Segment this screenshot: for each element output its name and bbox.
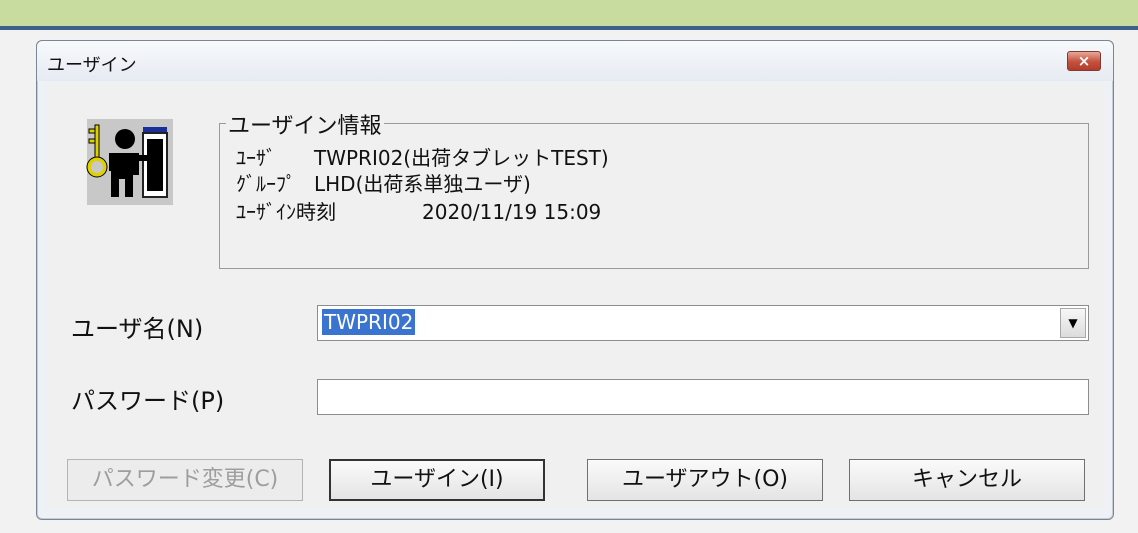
window-title: ユーザイン [47,55,137,76]
background-top-bar [0,0,1138,26]
user-info-line: ﾕｰｻﾞ TWPRI02(出荷タブレットTEST) [236,142,609,171]
user-key-door-icon [86,119,173,205]
user-info-label: ﾕｰｻﾞ [236,146,276,170]
group-info-value: LHD(出荷系単独ユーザ) [314,172,531,196]
username-dropdown-button[interactable]: ▼ [1060,308,1086,338]
group-info-line: ｸﾞﾙｰﾌﾟ LHD(出荷系単独ユーザ) [236,168,531,197]
time-info-value: 2020/11/19 15:09 [422,200,602,224]
password-input[interactable] [317,379,1089,415]
time-info-label: ﾕｰｻﾞｲﾝ時刻 [236,200,336,224]
username-combo[interactable]: TWPRI02 ▼ [317,305,1089,341]
title-bar: ユーザイン × [37,41,1113,81]
user-info-value: TWPRI02(出荷タブレットTEST) [314,146,609,170]
close-icon: × [1077,52,1091,70]
username-value: TWPRI02 [322,309,416,335]
password-label: パスワード(P) [71,387,225,415]
user-in-button[interactable]: ユーザイン(I) [329,459,545,501]
change-password-button[interactable]: パスワード変更(C) [67,459,303,501]
login-info-heading: ユーザイン情報 [226,108,384,140]
login-info-group: ユーザイン情報 ﾕｰｻﾞ TWPRI02(出荷タブレットTEST) ｸﾞﾙｰﾌﾟ L… [219,108,1089,269]
group-info-label: ｸﾞﾙｰﾌﾟ [236,172,296,196]
dialog-client-area: ユーザイン情報 ﾕｰｻﾞ TWPRI02(出荷タブレットTEST) ｸﾞﾙｰﾌﾟ L… [45,83,1105,509]
user-out-button[interactable]: ユーザアウト(O) [587,459,823,501]
time-info-line: ﾕｰｻﾞｲﾝ時刻 2020/11/19 15:09 [236,196,601,225]
close-button[interactable]: × [1067,51,1101,71]
username-label: ユーザ名(N) [71,315,204,343]
user-in-dialog: ユーザイン × ユーザイン情報 ﾕｰｻﾞ TWPRI02(出荷タブレットTEST) [36,40,1114,520]
chevron-down-icon: ▼ [1068,316,1078,330]
cancel-button[interactable]: キャンセル [849,459,1085,501]
